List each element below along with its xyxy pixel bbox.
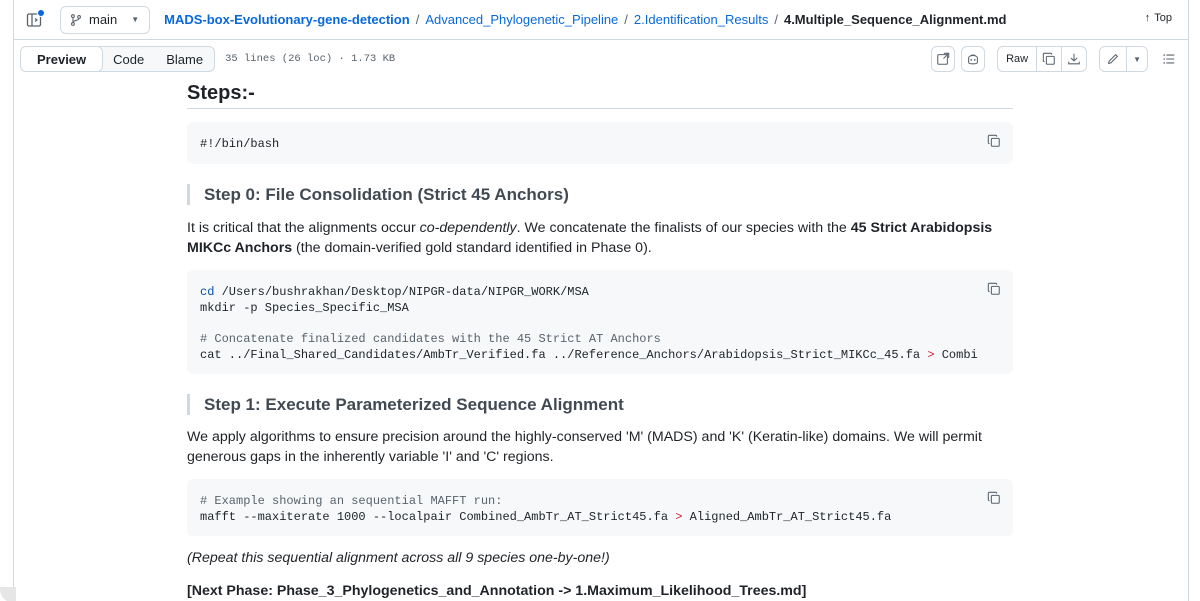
back-to-top-link[interactable]: ↑ Top — [1145, 12, 1172, 24]
file-info: 35 lines (26 loc) · 1.73 KB — [225, 53, 396, 65]
breadcrumb-separator: / — [774, 12, 778, 27]
step-0-heading: Step 0: File Consolidation (Strict 45 An… — [187, 184, 569, 205]
code-line: cat ../Final_Shared_Candidates/AmbTr_Ver… — [200, 347, 978, 363]
outline-button[interactable] — [1158, 46, 1180, 72]
breadcrumb-folder-results[interactable]: 2.Identification_Results — [634, 12, 768, 27]
chevron-down-icon: ▼ — [1133, 54, 1141, 64]
breadcrumb-separator: / — [624, 12, 628, 27]
code-line: mafft --maxiterate 1000 --localpair Comb… — [200, 509, 891, 525]
right-gutter — [1188, 0, 1200, 601]
code-text: Combined_Ai — [941, 348, 978, 362]
markdown-body: Steps:- #!/bin/bash Step 0: File Consoli… — [187, 78, 1013, 599]
breadcrumb-separator: / — [415, 12, 420, 27]
copy-code-button[interactable] — [987, 491, 1001, 505]
next-phase-note: [Next Phase: Phase_3_Phylogenetics_and_A… — [187, 583, 807, 599]
code-text: Aligned_AmbTr_AT_Strict45.fa — [682, 510, 892, 524]
tab-preview[interactable]: Preview — [21, 47, 104, 71]
raw-copy-download-group: Raw — [997, 46, 1088, 72]
step-0-paragraph: It is critical that the alignments occur… — [187, 218, 1013, 258]
code-comment: # Example showing an sequential MAFFT ru… — [200, 494, 503, 508]
edit-options-button[interactable]: ▼ — [1127, 47, 1147, 71]
file-toolbar: Preview Code Blame 35 lines (26 loc) · 1… — [14, 40, 1188, 78]
copy-code-button[interactable] — [987, 282, 1001, 296]
github-file-view: main ▼ MADS-box-Evolutionary-gene-detect… — [0, 0, 1200, 601]
raw-button[interactable]: Raw — [998, 47, 1038, 71]
step-1-heading: Step 1: Execute Parameterized Sequence A… — [187, 394, 624, 415]
file-upload-icon — [937, 52, 950, 65]
text: (the domain-verified gold standard ident… — [292, 240, 652, 256]
copy-code-button[interactable] — [987, 134, 1001, 148]
code-line: cd /Users/bushrakhan/Desktop/NIPGR-data/… — [200, 284, 589, 300]
edit-file-button[interactable] — [1100, 47, 1128, 71]
arrow-up-icon: ↑ — [1144, 12, 1151, 24]
code-operator: > — [927, 348, 935, 362]
code-text: mafft --maxiterate 1000 --localpair Comb… — [200, 510, 676, 524]
code-block-consolidation: cd /Users/bushrakhan/Desktop/NIPGR-data/… — [187, 270, 1013, 374]
tab-code[interactable]: Code — [102, 47, 155, 71]
pencil-icon — [1108, 53, 1119, 65]
list-unordered-icon — [1163, 54, 1175, 64]
notification-dot — [37, 8, 45, 17]
repeat-note: (Repeat this sequential alignment across… — [187, 550, 610, 566]
breadcrumb-folder-pipeline[interactable]: Advanced_Phylogenetic_Pipeline — [425, 12, 618, 27]
code-block-mafft: # Example showing an sequential MAFFT ru… — [187, 479, 1013, 536]
copy-icon — [987, 491, 1000, 504]
download-button[interactable] — [1062, 47, 1086, 71]
branch-name: main — [89, 12, 118, 27]
open-in-codespace-button[interactable] — [931, 46, 956, 72]
code-text: /Users/bushrakhan/Desktop/NIPGR-data/NIP… — [214, 285, 589, 299]
copy-icon — [987, 282, 1000, 295]
copy-raw-button[interactable] — [1037, 47, 1063, 71]
step-1-paragraph: We apply algorithms to ensure precision … — [187, 429, 982, 465]
edit-group: ▼ — [1099, 46, 1148, 72]
section-heading: Steps:- — [187, 78, 1013, 109]
copilot-icon — [968, 54, 978, 65]
emphasis: co-dependently — [419, 220, 517, 236]
code-keyword: cd — [200, 285, 215, 299]
file-tree-toggle[interactable] — [24, 8, 45, 30]
text: . We concatenate the finalists of our sp… — [516, 220, 851, 236]
code-comment: # Concatenate finalized candidates with … — [200, 332, 661, 346]
chevron-down-icon: ▼ — [131, 15, 140, 24]
text: It is critical that the alignments occur — [187, 220, 420, 236]
top-label: Top — [1154, 12, 1172, 24]
code-line: #!/bin/bash — [200, 137, 280, 151]
file-actions: Raw ▼ — [931, 46, 1180, 72]
copy-icon — [987, 134, 1000, 147]
tab-blame[interactable]: Blame — [155, 47, 214, 71]
download-icon — [1068, 53, 1080, 65]
left-gutter — [0, 0, 14, 601]
copy-icon — [1042, 52, 1055, 65]
breadcrumb: MADS-box-Evolutionary-gene-detection / A… — [164, 12, 1006, 27]
breadcrumb-repo[interactable]: MADS-box-Evolutionary-gene-detection — [164, 12, 410, 27]
code-block-shebang: #!/bin/bash — [187, 122, 1013, 164]
code-line: mkdir -p Species_Specific_MSA — [200, 301, 409, 315]
breadcrumb-current-file: 4.Multiple_Sequence_Alignment.md — [783, 12, 1007, 27]
git-branch-icon — [71, 13, 81, 26]
code-text: cat ../Final_Shared_Candidates/AmbTr_Ver… — [200, 348, 928, 362]
path-bar: main ▼ MADS-box-Evolutionary-gene-detect… — [14, 0, 1188, 40]
view-mode-tabs: Preview Code Blame — [20, 46, 216, 72]
copilot-button[interactable] — [961, 46, 986, 72]
branch-selector[interactable]: main ▼ — [60, 5, 151, 34]
